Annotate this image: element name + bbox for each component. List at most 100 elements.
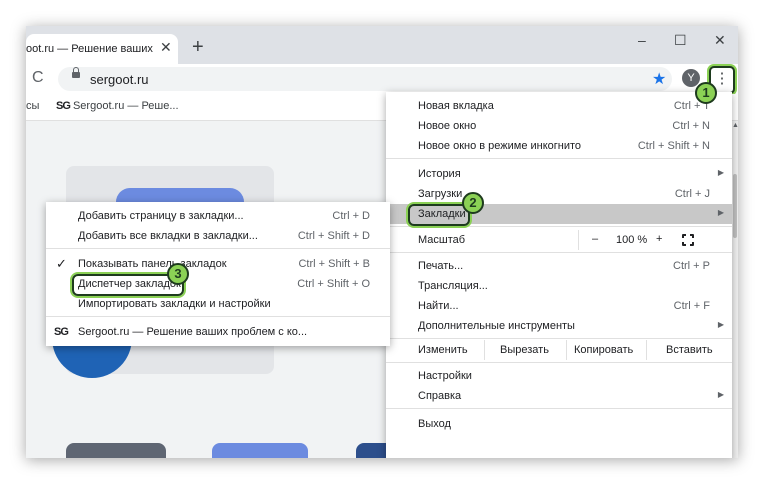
- menu-item-find[interactable]: Найти... Ctrl + F: [386, 296, 732, 316]
- menu-item-label: Справка: [418, 390, 462, 402]
- highlight-bookmarks: [408, 204, 470, 226]
- menu-item-label: Настройки: [418, 370, 472, 382]
- submenu-divider: [46, 316, 390, 317]
- submenu-item-label: Показывать панель закладок: [78, 258, 227, 270]
- sergoot-logo-icon: SG: [54, 326, 69, 338]
- browser-tab[interactable]: oot.ru — Решение ваших пр ✕: [26, 34, 178, 64]
- step-badge-2: 2: [462, 192, 484, 214]
- scroll-thumb[interactable]: [733, 174, 737, 238]
- copy-button[interactable]: Копировать: [574, 344, 633, 356]
- menu-item-more-tools[interactable]: Дополнительные инструменты ▶: [386, 316, 732, 336]
- edit-label: Изменить: [418, 344, 468, 356]
- submenu-item-label: Добавить все вкладки в закладки...: [78, 230, 258, 242]
- url-text: sergoot.ru: [90, 72, 149, 87]
- menu-item-new-window[interactable]: Новое окно Ctrl + N: [386, 116, 732, 136]
- bookmark-item-sergoot[interactable]: SG Sergoot.ru — Реше...: [56, 100, 179, 112]
- menu-item-shortcut: Ctrl + J: [674, 188, 710, 200]
- submenu-arrow-icon: ▶: [717, 320, 724, 329]
- submenu-item-label: Sergoot.ru — Решение ваших проблем с ко.…: [78, 326, 308, 338]
- menu-item-new-tab[interactable]: Новая вкладка Ctrl + T: [386, 96, 732, 116]
- zoom-in-button[interactable]: +: [656, 233, 662, 245]
- title-bar: oot.ru — Решение ваших пр ✕ + – ☐ ✕: [26, 26, 738, 64]
- submenu-item-shortcut: Ctrl + D: [332, 210, 370, 222]
- paste-button[interactable]: Вставить: [666, 344, 713, 356]
- tab-close-icon[interactable]: ✕: [160, 39, 172, 56]
- submenu-item-label: Добавить страницу в закладки...: [78, 210, 244, 222]
- menu-item-incognito[interactable]: Новое окно в режиме инкогнито Ctrl + Shi…: [386, 136, 732, 156]
- step-badge-3: 3: [167, 263, 189, 285]
- submenu-arrow-icon: ▶: [717, 168, 724, 177]
- maximize-button[interactable]: ☐: [674, 32, 687, 49]
- submenu-item-show-bookmarks-bar[interactable]: ✓ Показывать панель закладок Ctrl + Shif…: [46, 254, 390, 274]
- menu-item-label: Трансляция...: [418, 280, 488, 292]
- menu-item-label: Загрузки: [418, 188, 463, 200]
- menu-item-zoom: Масштаб – 100 % +: [386, 230, 732, 250]
- menu-item-history[interactable]: История ▶: [386, 164, 732, 184]
- bookmark-item-label: Sergoot.ru — Реше...: [72, 100, 179, 112]
- menu-item-help[interactable]: Справка ▶: [386, 386, 732, 406]
- menu-divider: [386, 252, 732, 253]
- menu-item-settings[interactable]: Настройки: [386, 366, 732, 386]
- edit-divider: [484, 340, 485, 360]
- fullscreen-icon[interactable]: [682, 234, 694, 246]
- submenu-item-shortcut: Ctrl + Shift + O: [297, 278, 370, 290]
- menu-item-shortcut: Ctrl + N: [672, 120, 710, 132]
- scroll-up-icon[interactable]: ▲: [732, 122, 738, 129]
- edit-divider: [646, 340, 647, 360]
- step-badge-1: 1: [695, 82, 717, 104]
- menu-item-shortcut: Ctrl + Shift + N: [637, 140, 710, 152]
- bookmark-cut-label[interactable]: сы: [26, 100, 39, 112]
- menu-item-label: История: [418, 168, 461, 180]
- menu-divider: [386, 362, 732, 363]
- toolbar: C sergoot.ru ★ Y ⋮: [26, 64, 738, 94]
- menu-divider: [386, 226, 732, 227]
- menu-item-label: Дополнительные инструменты: [418, 320, 575, 332]
- tab-title: oot.ru — Решение ваших пр: [26, 43, 154, 55]
- sergoot-logo-icon: SG: [56, 100, 71, 112]
- bookmark-star-icon[interactable]: ★: [652, 69, 666, 89]
- menu-item-label: Печать...: [418, 260, 464, 272]
- submenu-item-bookmark-all-tabs[interactable]: Добавить все вкладки в закладки... Ctrl …: [46, 226, 390, 246]
- submenu-item-bookmark-page[interactable]: Добавить страницу в закладки... Ctrl + D: [46, 206, 390, 226]
- submenu-arrow-icon: ▶: [717, 208, 724, 217]
- submenu-item-import[interactable]: Импортировать закладки и настройки: [46, 294, 390, 314]
- menu-item-exit[interactable]: Выход: [386, 414, 732, 434]
- scrollbar[interactable]: ▲: [732, 122, 738, 458]
- submenu-item-shortcut: Ctrl + Shift + B: [298, 258, 370, 270]
- menu-item-label: Новая вкладка: [418, 100, 494, 112]
- menu-item-print[interactable]: Печать... Ctrl + P: [386, 256, 732, 276]
- chrome-main-menu: Новая вкладка Ctrl + T Новое окно Ctrl +…: [386, 92, 732, 458]
- menu-divider: [386, 338, 732, 339]
- menu-item-downloads[interactable]: Загрузки Ctrl + J: [386, 184, 732, 204]
- zoom-level: 100 %: [616, 234, 648, 246]
- zoom-divider: [578, 230, 579, 250]
- menu-item-label: Найти...: [418, 300, 459, 312]
- submenu-arrow-icon: ▶: [717, 390, 724, 399]
- zoom-out-button[interactable]: –: [592, 233, 598, 245]
- check-icon: ✓: [56, 256, 67, 271]
- bottom-tile: [66, 443, 166, 458]
- cut-button[interactable]: Вырезать: [500, 344, 549, 356]
- bottom-tile: [212, 443, 308, 458]
- menu-item-label: Масштаб: [418, 234, 466, 246]
- menu-item-shortcut: Ctrl + P: [673, 260, 710, 272]
- minimize-button[interactable]: –: [638, 32, 646, 48]
- submenu-item-shortcut: Ctrl + Shift + D: [297, 230, 370, 242]
- menu-divider: [386, 158, 732, 159]
- close-window-button[interactable]: ✕: [714, 32, 726, 49]
- edit-divider: [566, 340, 567, 360]
- menu-item-label: Выход: [418, 418, 451, 430]
- lock-icon: [72, 67, 80, 78]
- submenu-item-label: Импортировать закладки и настройки: [78, 298, 271, 310]
- address-bar[interactable]: sergoot.ru ★: [58, 67, 672, 91]
- menu-item-cast[interactable]: Трансляция...: [386, 276, 732, 296]
- menu-item-shortcut: Ctrl + F: [673, 300, 710, 312]
- new-tab-button[interactable]: +: [192, 37, 204, 57]
- menu-divider: [386, 408, 732, 409]
- menu-item-label: Новое окно: [418, 120, 477, 132]
- menu-item-label: Новое окно в режиме инкогнито: [418, 140, 582, 152]
- reload-icon[interactable]: C: [32, 69, 44, 87]
- submenu-item-sergoot-bookmark[interactable]: SG Sergoot.ru — Решение ваших проблем с …: [46, 322, 390, 342]
- menu-item-edit-row: Изменить Вырезать Копировать Вставить: [386, 340, 732, 360]
- browser-window: oot.ru — Решение ваших пр ✕ + – ☐ ✕ C se…: [26, 26, 738, 458]
